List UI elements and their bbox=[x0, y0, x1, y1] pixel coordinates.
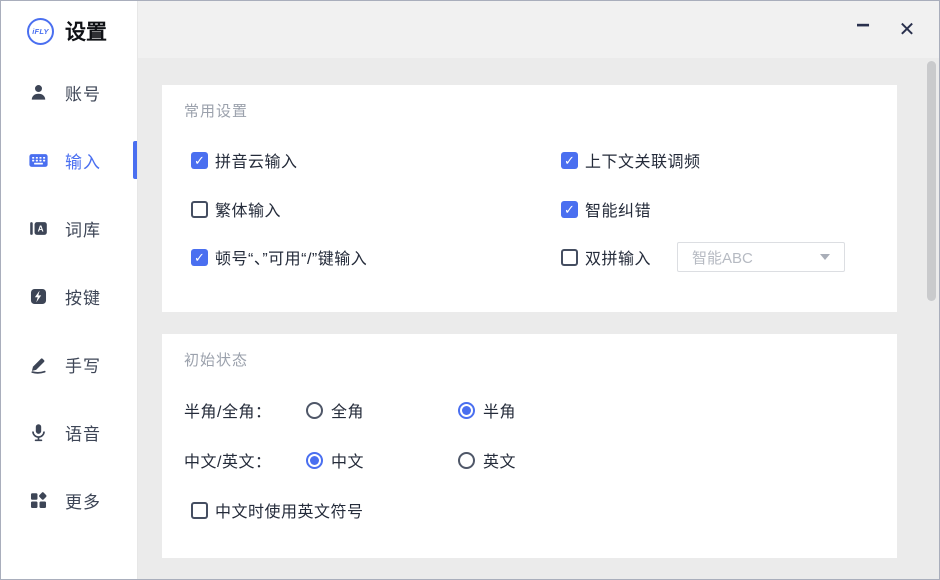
bolt-icon bbox=[29, 287, 48, 306]
sidebar-item-label: 账号 bbox=[65, 80, 101, 105]
sidebar-item-label: 输入 bbox=[65, 148, 101, 173]
checkbox[interactable]: ✓ bbox=[561, 152, 578, 169]
checkbox-label: 中文时使用英文符号 bbox=[215, 498, 364, 522]
svg-text:A: A bbox=[38, 223, 44, 233]
checkbox-option-english-symbols[interactable]: 中文时使用英文符号 bbox=[191, 496, 364, 524]
radio[interactable] bbox=[458, 452, 475, 469]
close-button[interactable]: ✕ bbox=[891, 13, 923, 45]
checkbox-row: 中文时使用英文符号 bbox=[162, 496, 897, 524]
checkbox-option-smart-correction[interactable]: ✓ 智能纠错 bbox=[561, 195, 651, 223]
section-header: 初始状态 bbox=[184, 349, 248, 370]
shuangpin-group: 双拼输入 智能ABC bbox=[561, 243, 845, 271]
shuangpin-scheme-dropdown[interactable]: 智能ABC bbox=[677, 242, 845, 272]
sidebar-item-more[interactable]: 更多 bbox=[1, 480, 137, 520]
checkbox-row: ✓ 顿号“、”可用“/”键输入 双拼输入 智能ABC bbox=[162, 243, 897, 271]
checkbox[interactable] bbox=[191, 201, 208, 218]
check-icon: ✓ bbox=[194, 251, 205, 264]
logo-text: iFLY bbox=[32, 27, 49, 36]
checkbox-row: 繁体输入 ✓ 智能纠错 bbox=[162, 195, 897, 223]
checkbox-label: 顿号“、”可用“/”键输入 bbox=[215, 245, 367, 269]
user-icon bbox=[29, 83, 48, 102]
check-icon: ✓ bbox=[564, 154, 575, 167]
checkbox-option-pinyin-cloud[interactable]: ✓ 拼音云输入 bbox=[191, 146, 298, 174]
radio-row-width: 半角/全角： 全角 半角 bbox=[162, 396, 897, 424]
radio-label: 中文 bbox=[331, 448, 364, 472]
grid-icon bbox=[29, 491, 48, 510]
sidebar-item-handwriting[interactable]: 手写 bbox=[1, 344, 137, 384]
checkbox[interactable]: ✓ bbox=[191, 152, 208, 169]
keyboard-icon bbox=[29, 151, 48, 170]
radio-option-fullwidth[interactable]: 全角 bbox=[306, 396, 364, 424]
check-icon: ✓ bbox=[564, 203, 575, 216]
radio-option-halfwidth[interactable]: 半角 bbox=[458, 396, 516, 424]
close-icon: ✕ bbox=[899, 17, 916, 42]
sidebar-item-lexicon[interactable]: A 词库 bbox=[1, 208, 137, 248]
sidebar-item-account[interactable]: 账号 bbox=[1, 72, 137, 112]
sidebar-item-input[interactable]: 输入 bbox=[1, 140, 137, 180]
checkbox-option-traditional[interactable]: 繁体输入 bbox=[191, 195, 281, 223]
active-tab-indicator bbox=[133, 141, 137, 179]
scrollbar-thumb[interactable] bbox=[927, 61, 936, 301]
checkbox-label: 上下文关联调频 bbox=[585, 148, 701, 172]
microphone-icon bbox=[29, 423, 48, 442]
checkbox[interactable] bbox=[561, 249, 578, 266]
radio[interactable] bbox=[306, 452, 323, 469]
app-brand: iFLY 设置 bbox=[27, 16, 107, 46]
checkbox-label: 繁体输入 bbox=[215, 197, 281, 221]
checkbox-label: 双拼输入 bbox=[585, 245, 651, 269]
pen-icon bbox=[29, 355, 48, 374]
settings-content: 常用设置 ✓ 拼音云输入 ✓ 上下文关联调频 繁体输入 ✓ 智能纠 bbox=[139, 58, 939, 579]
checkbox-option-context-tuning[interactable]: ✓ 上下文关联调频 bbox=[561, 146, 701, 174]
radio-option-chinese[interactable]: 中文 bbox=[306, 446, 364, 474]
sidebar-item-label: 词库 bbox=[65, 216, 101, 241]
sidebar-item-label: 更多 bbox=[65, 488, 101, 513]
settings-window: − ✕ iFLY 设置 账号 输入 A 词库 bbox=[0, 0, 940, 580]
titlebar: − ✕ bbox=[138, 1, 939, 58]
ifly-logo-icon: iFLY bbox=[27, 18, 54, 45]
checkbox-label: 拼音云输入 bbox=[215, 148, 298, 172]
radio[interactable] bbox=[458, 402, 475, 419]
dropdown-value: 智能ABC bbox=[692, 247, 820, 268]
checkbox-row: ✓ 拼音云输入 ✓ 上下文关联调频 bbox=[162, 146, 897, 174]
panel-common-settings: 常用设置 ✓ 拼音云输入 ✓ 上下文关联调频 繁体输入 ✓ 智能纠 bbox=[162, 85, 897, 312]
radio-row-language: 中文/英文： 中文 英文 bbox=[162, 446, 897, 474]
radio-label: 英文 bbox=[483, 448, 516, 472]
sidebar-item-label: 按键 bbox=[65, 284, 101, 309]
radio-row-label: 中文/英文： bbox=[184, 448, 271, 472]
radio-label: 半角 bbox=[483, 398, 516, 422]
radio-option-english[interactable]: 英文 bbox=[458, 446, 516, 474]
minimize-button[interactable]: − bbox=[847, 13, 879, 45]
checkbox-label: 智能纠错 bbox=[585, 197, 651, 221]
checkbox-option-dunhao-slash[interactable]: ✓ 顿号“、”可用“/”键输入 bbox=[191, 243, 367, 271]
check-icon: ✓ bbox=[194, 154, 205, 167]
dropdown-arrow-icon bbox=[820, 254, 830, 260]
panel-initial-state: 初始状态 半角/全角： 全角 半角 中文/英文： 中文 bbox=[162, 334, 897, 558]
sidebar-item-label: 手写 bbox=[65, 352, 101, 377]
checkbox[interactable]: ✓ bbox=[561, 201, 578, 218]
checkbox[interactable] bbox=[191, 502, 208, 519]
radio-row-label: 半角/全角： bbox=[184, 398, 271, 422]
sidebar-item-label: 语音 bbox=[65, 420, 101, 445]
sidebar: iFLY 设置 账号 输入 A 词库 按键 bbox=[1, 1, 138, 579]
sidebar-item-voice[interactable]: 语音 bbox=[1, 412, 137, 452]
checkbox[interactable]: ✓ bbox=[191, 249, 208, 266]
lexicon-icon: A bbox=[29, 219, 48, 238]
minimize-icon: − bbox=[856, 12, 870, 40]
sidebar-item-keys[interactable]: 按键 bbox=[1, 276, 137, 316]
radio[interactable] bbox=[306, 402, 323, 419]
section-header: 常用设置 bbox=[184, 100, 248, 121]
app-title: 设置 bbox=[65, 16, 107, 46]
radio-label: 全角 bbox=[331, 398, 364, 422]
